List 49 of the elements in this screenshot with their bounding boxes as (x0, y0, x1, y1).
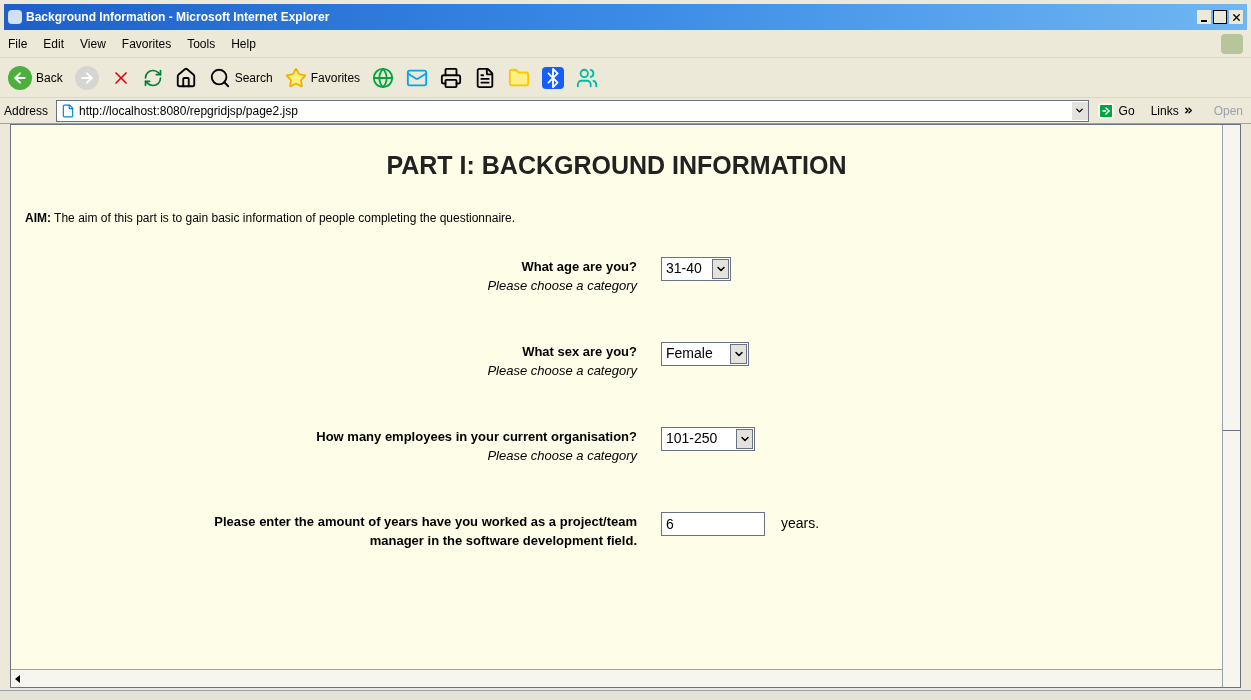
question-label: What sex are you? (521, 342, 637, 361)
dropdown[interactable]: Female (661, 341, 749, 366)
url-text: http://localhost:8080/repgridjsp/page2.jsp (79, 102, 299, 120)
question-label: How many employees in your current organisation? (315, 427, 637, 446)
menu-item[interactable]: Edit (43, 34, 65, 53)
menu-item[interactable]: View (80, 34, 106, 53)
hint-text: Please choose a category (487, 447, 637, 465)
scroll-left-icon (15, 674, 20, 683)
globe-icon (372, 66, 395, 89)
go-button[interactable]: Go (1096, 101, 1135, 120)
maximize-button[interactable] (1213, 10, 1227, 24)
close-icon (1230, 11, 1242, 23)
years-label: years. (781, 514, 820, 533)
bluetooth-icon (542, 66, 565, 89)
window-title: Background Information - Microsoft Internet Explorer (26, 9, 331, 26)
home-icon (174, 66, 197, 89)
page-icon (8, 10, 22, 24)
hint-text: Please choose a category (487, 362, 637, 380)
people-icon (576, 66, 599, 89)
menu-item[interactable]: Help (231, 34, 256, 53)
horizontal-scrollbar[interactable] (11, 669, 1222, 687)
search-button[interactable]: Search (204, 62, 277, 93)
dropdown[interactable]: 31-40 (661, 256, 731, 281)
printer-icon (440, 66, 463, 89)
vertical-scrollbar[interactable] (1222, 125, 1240, 687)
menu-item[interactable]: File (8, 34, 28, 53)
question-label: What age are you? (520, 257, 637, 276)
refresh-icon (142, 67, 163, 88)
folder-icon (508, 66, 531, 89)
question-label: Please enter the amount of years have you worked as a project/team manager in the software development field. (213, 512, 637, 550)
chevrons-icon (1182, 105, 1194, 116)
page-icon (61, 103, 76, 118)
years-field[interactable]: 6 (661, 511, 765, 536)
minimize-button[interactable] (1197, 10, 1211, 24)
close-button[interactable] (1229, 10, 1243, 24)
menu-item[interactable]: Favorites (121, 34, 172, 53)
address-field[interactable]: http://localhost:8080/repgridjsp/page2.jsp (56, 99, 1089, 122)
page-heading: PART I: BACKGROUND INFORMATION (385, 150, 848, 181)
minimize-icon (1201, 20, 1207, 22)
address-label: Address (4, 102, 49, 120)
aim-text: AIM: The aim of this part is to gain basic information of people completing the questionnaire. (25, 209, 517, 227)
dropdown[interactable]: 101-250 (661, 426, 755, 451)
menu-item[interactable]: Tools (187, 34, 216, 53)
star-icon (284, 66, 307, 89)
favorites-button[interactable]: Favorites (280, 62, 365, 93)
back-button[interactable]: Back (4, 62, 67, 93)
links-button[interactable]: Links (1142, 101, 1202, 120)
search-icon (208, 66, 231, 89)
hint-text: Please choose a category (487, 277, 637, 295)
